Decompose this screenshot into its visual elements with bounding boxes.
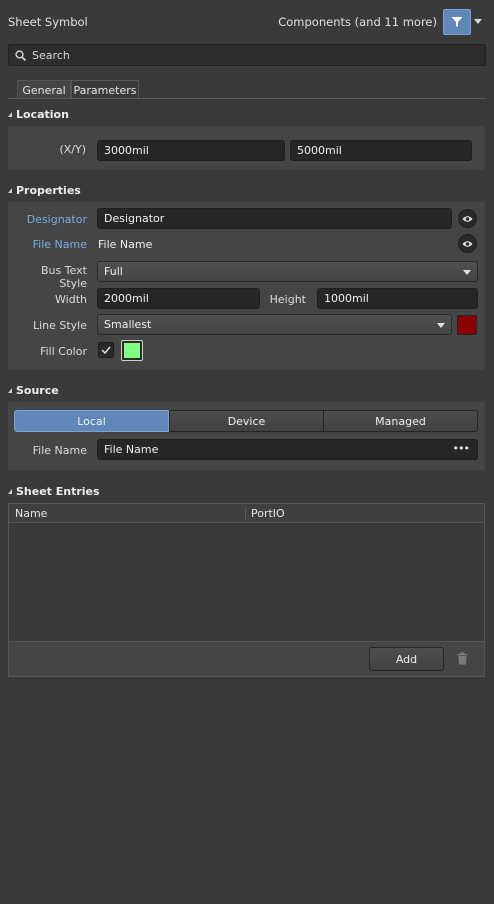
bus-text-style-select[interactable]: Full [97,261,478,282]
filter-button[interactable] [443,9,471,35]
checkmark-icon [101,346,111,354]
browse-ellipsis-icon[interactable]: ••• [453,442,470,455]
eye-icon [462,240,473,247]
search-icon [15,49,26,61]
height-input[interactable]: 1000mil [317,288,478,309]
sheet-entries-section-header[interactable]: Sheet Entries [8,483,100,499]
y-location-input[interactable]: 5000mil [290,140,472,161]
add-entry-button[interactable]: Add [369,647,444,671]
file-name-visibility-toggle[interactable] [458,234,477,253]
chevron-down-icon [437,323,445,328]
source-section-header[interactable]: Source [8,382,59,398]
fill-color-swatch[interactable] [121,340,143,361]
source-heading: Source [16,383,59,397]
table-header: Name PortIO [9,504,484,523]
sheet-entries-heading: Sheet Entries [16,484,100,498]
bus-text-style-value: Full [104,265,123,278]
filter-icon [451,17,463,27]
designator-input[interactable]: Designator [97,208,452,229]
collapse-triangle-icon [8,111,12,117]
line-color-swatch[interactable] [457,315,477,335]
trash-icon [457,652,468,665]
source-file-name-value: File Name [104,443,159,456]
eye-icon [462,215,473,222]
fill-color-checkbox[interactable] [98,342,114,358]
search-box[interactable]: Search [8,44,486,66]
designator-label: Designator [26,213,87,226]
column-header-name[interactable]: Name [9,506,246,520]
width-input[interactable]: 2000mil [97,288,260,309]
xy-label: (X/Y) [59,143,86,156]
location-heading: Location [16,107,69,121]
collapse-triangle-icon [8,387,12,393]
delete-entry-button[interactable] [457,652,468,668]
search-input[interactable]: Search [32,49,70,62]
x-location-input[interactable]: 3000mil [97,140,285,161]
filter-summary[interactable]: Components (and 11 more) [278,15,437,29]
width-label: Width [55,293,87,306]
tab-divider [8,98,486,99]
source-local-button[interactable]: Local [14,410,169,432]
filter-dropdown-button[interactable] [471,9,485,35]
source-managed-button[interactable]: Managed [323,410,478,432]
source-device-button[interactable]: Device [169,410,324,432]
designator-visibility-toggle[interactable] [458,209,477,228]
panel-title: Sheet Symbol [8,15,88,29]
line-style-label: Line Style [32,319,87,332]
line-style-value: Smallest [104,318,152,331]
fill-color-label: Fill Color [40,345,87,358]
source-file-name-input[interactable]: File Name ••• [97,439,478,460]
file-name-value: File Name [98,238,153,251]
tab-parameters[interactable]: Parameters [71,80,139,99]
properties-heading: Properties [16,183,81,197]
collapse-triangle-icon [8,187,12,193]
column-header-portio[interactable]: PortIO [246,507,285,520]
sheet-entries-table[interactable]: Name PortIO [8,503,485,642]
fill-color-sample [124,343,140,358]
collapse-triangle-icon [8,488,12,494]
height-label: Height [269,293,306,306]
location-section-header[interactable]: Location [8,106,69,122]
tab-general[interactable]: General [17,80,71,99]
source-file-name-label: File Name [32,444,87,457]
chevron-down-icon [463,270,471,275]
properties-section-header[interactable]: Properties [8,182,81,198]
line-style-select[interactable]: Smallest [97,314,452,335]
file-name-label: File Name [32,238,87,251]
chevron-down-icon [474,19,482,24]
bus-text-style-label: Bus Text Style [41,264,87,290]
